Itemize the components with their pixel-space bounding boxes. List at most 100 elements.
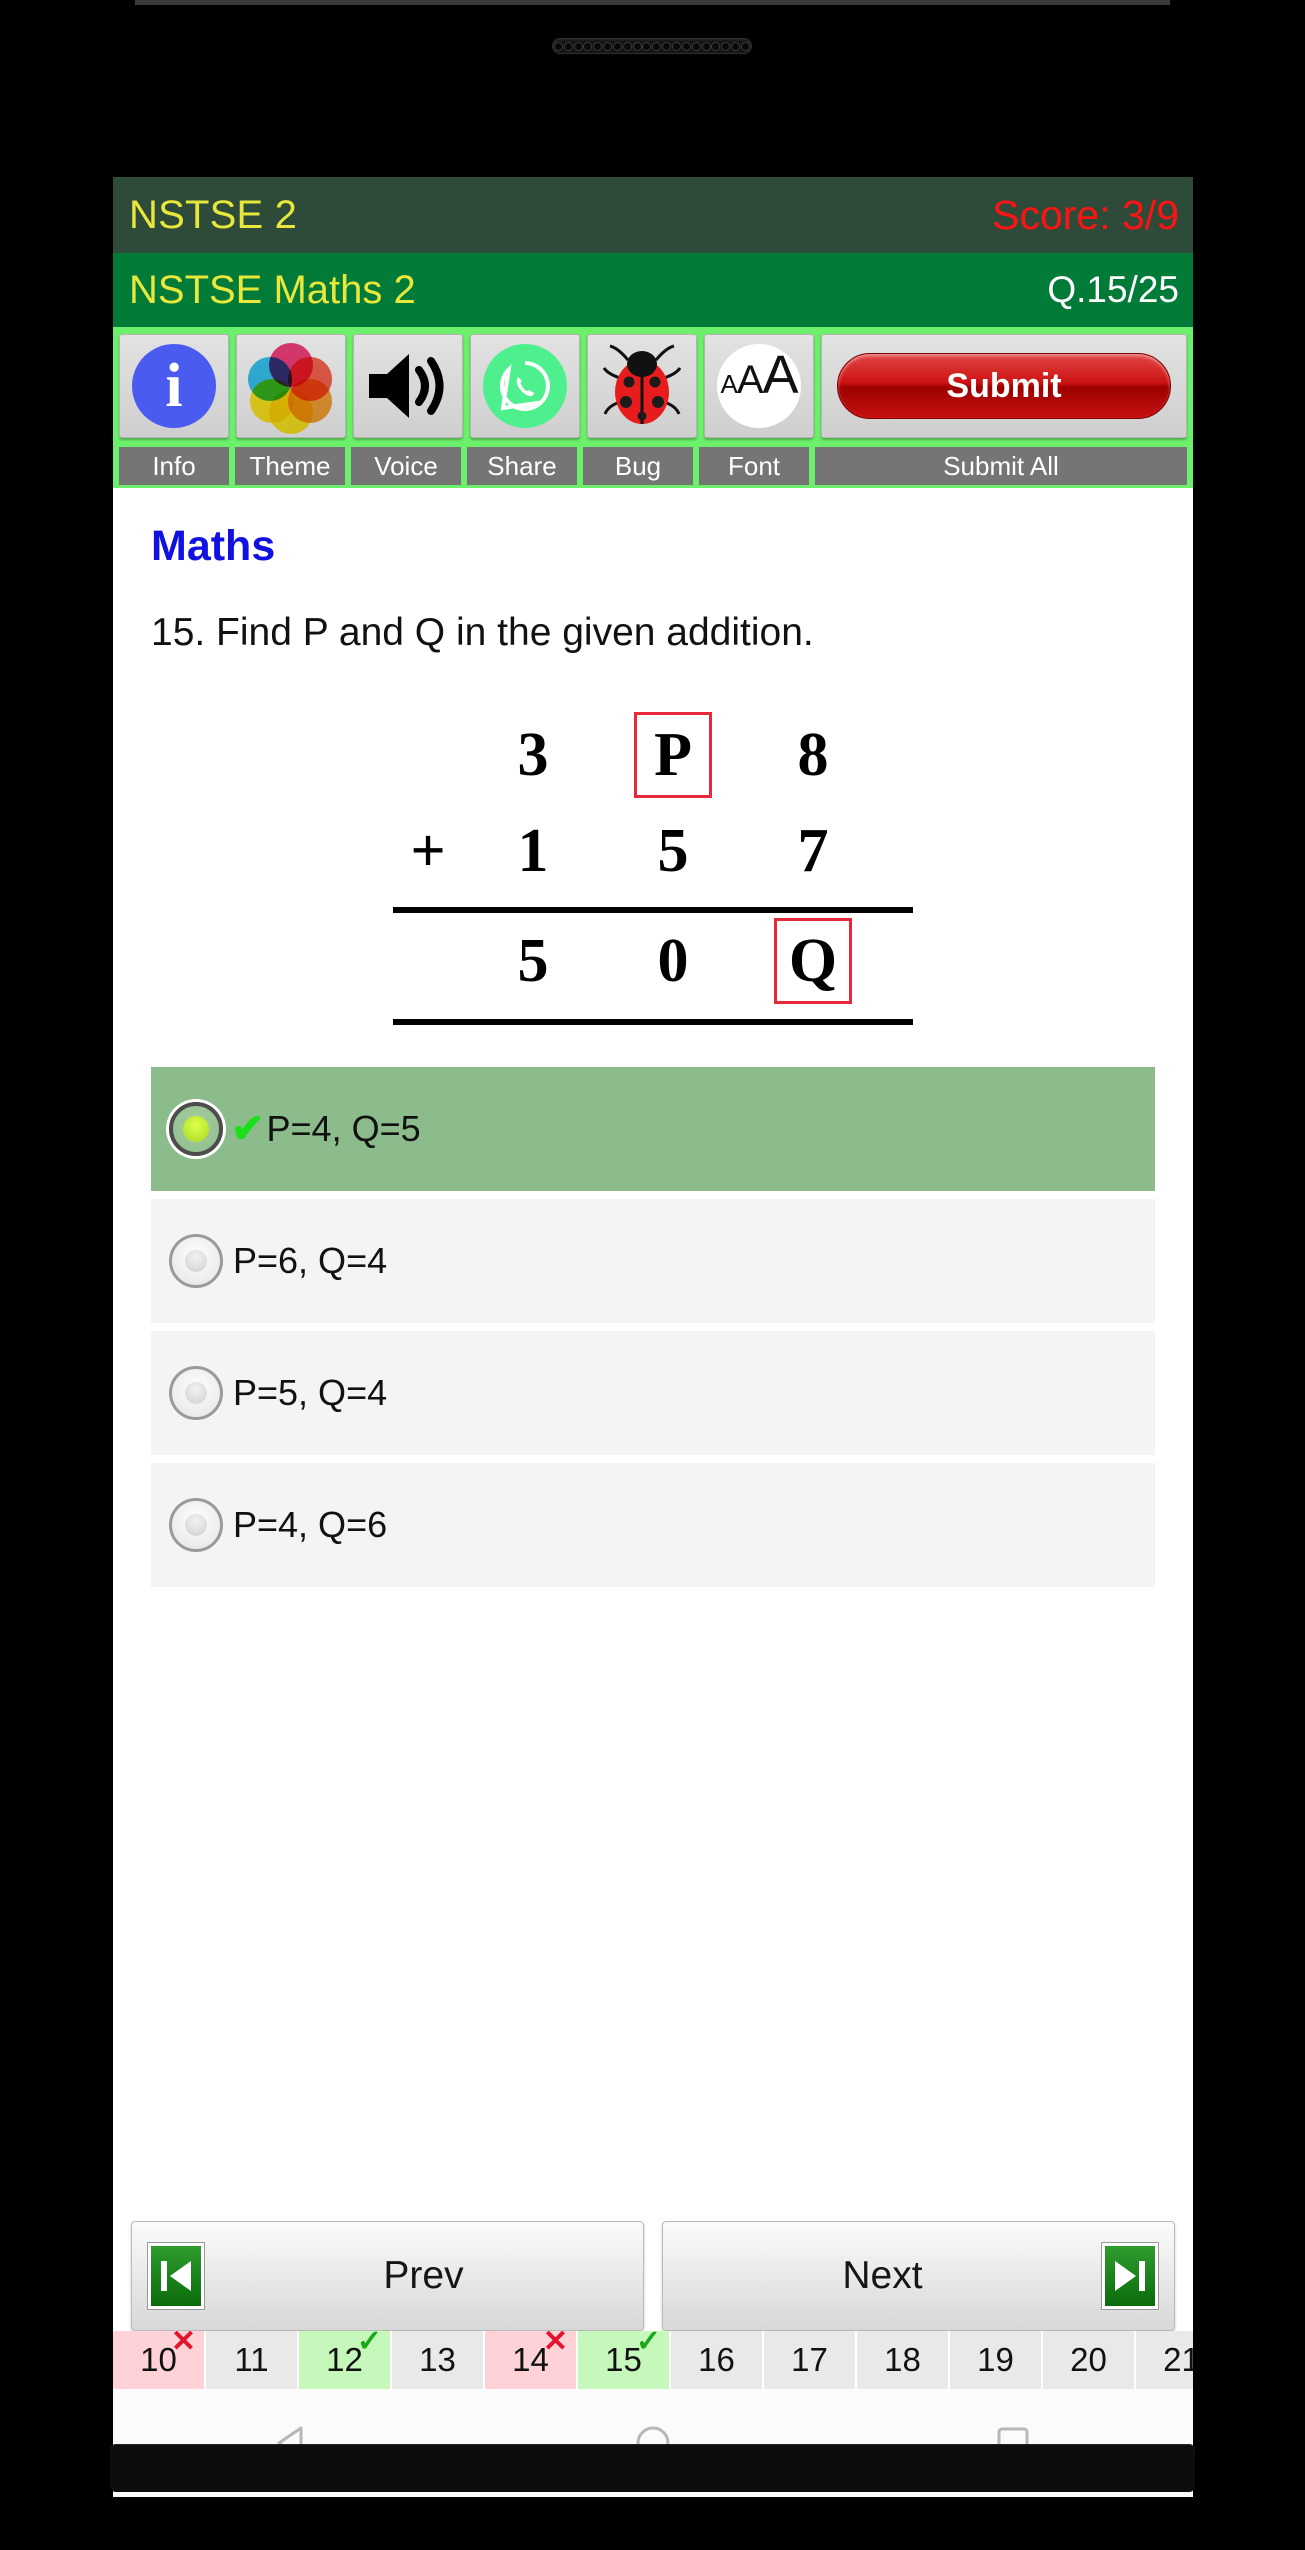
toolbar-label-font[interactable]: Font [699, 447, 809, 485]
whatsapp-share-icon [483, 344, 567, 428]
answer-option-label-3: P=5, Q=4 [233, 1372, 388, 1413]
addition-row-1: 3 P 8 [393, 707, 913, 803]
wrong-mark-icon: ✕ [170, 2331, 196, 2358]
addition-figure: 3 P 8 + 1 5 7 5 0 Q [393, 707, 913, 1025]
question-number-strip[interactable]: ✕ 10 11 ✓ 12 13 ✕ 14 ✓ 15 16 17 18 19 20 21 [113, 2331, 1193, 2389]
answer-option-label-4: P=4, Q=6 [233, 1504, 388, 1545]
ladybug-icon [602, 344, 682, 424]
toolbar-label-bug[interactable]: Bug [583, 447, 693, 485]
radio-button-1[interactable] [169, 1102, 223, 1156]
app-title-bar: NSTSE 2 Score: 3/9 [113, 177, 1193, 253]
addition-digit-2-1: 1 [517, 816, 549, 885]
toolbar-label-info[interactable]: Info [119, 447, 229, 485]
answer-option-1[interactable]: ✔ P=4, Q=5 [151, 1067, 1155, 1191]
radio-button-2[interactable] [169, 1234, 223, 1288]
subject-bar: NSTSE Maths 2 Q.15/25 [113, 253, 1193, 327]
skip-to-end-icon [1101, 2242, 1159, 2310]
color-palette-icon [248, 343, 334, 434]
question-cell-13[interactable]: 13 [392, 2331, 485, 2389]
question-cell-20[interactable]: 20 [1043, 2331, 1136, 2389]
toolbar-button-theme[interactable] [236, 334, 346, 438]
toolbar: i A A A Submit [113, 327, 1193, 447]
answer-option-4[interactable]: P=4, Q=6 [151, 1463, 1155, 1587]
question-content: Maths 15. Find P and Q in the given addi… [113, 488, 1193, 1587]
addition-row-2: + 1 5 7 [393, 803, 913, 899]
next-button[interactable]: Next [662, 2221, 1175, 2331]
radio-button-4[interactable] [169, 1498, 223, 1552]
answer-option-3[interactable]: P=5, Q=4 [151, 1331, 1155, 1455]
earpiece-speaker-grille [552, 38, 752, 54]
question-cell-21[interactable]: 21 [1136, 2331, 1193, 2389]
toolbar-label-submit-all[interactable]: Submit All [815, 447, 1187, 485]
question-cell-number-18: 18 [884, 2341, 921, 2378]
toolbar-label-voice[interactable]: Voice [351, 447, 461, 485]
addition-digit-2-2: 5 [657, 816, 689, 885]
info-icon: i [132, 344, 216, 428]
prev-button-label: Prev [383, 2254, 464, 2297]
answer-option-2[interactable]: P=6, Q=4 [151, 1199, 1155, 1323]
toolbar-button-font[interactable]: AAA [704, 334, 814, 438]
font-icon-letter-small: A [720, 369, 737, 399]
question-cell-number-13: 13 [419, 2341, 456, 2378]
speaker-volume-icon [369, 354, 444, 418]
toolbar-button-info[interactable]: i [119, 334, 229, 438]
question-cell-12[interactable]: ✓ 12 [299, 2331, 392, 2389]
question-cell-19[interactable]: 19 [950, 2331, 1043, 2389]
question-cell-number-16: 16 [698, 2341, 735, 2378]
question-cell-number-17: 17 [791, 2341, 828, 2378]
device-bottom-edge [110, 2444, 1195, 2492]
submit-button[interactable]: Submit [836, 353, 1172, 419]
correct-answer-check-icon: ✔ [231, 1107, 265, 1151]
question-cell-15[interactable]: ✓ 15 [578, 2331, 671, 2389]
toolbar-button-voice[interactable] [353, 334, 463, 438]
toolbar-label-theme[interactable]: Theme [235, 447, 345, 485]
question-counter: Q.15/25 [1047, 269, 1179, 310]
question-cell-10[interactable]: ✕ 10 [113, 2331, 206, 2389]
wrong-mark-icon: ✕ [542, 2331, 568, 2358]
question-cell-number-21: 21 [1163, 2341, 1193, 2378]
addition-row-3: 5 0 Q [393, 913, 913, 1009]
addition-digit-1-2: P [603, 707, 743, 803]
question-cell-18[interactable]: 18 [857, 2331, 950, 2389]
question-cell-number-20: 20 [1070, 2341, 1107, 2378]
question-cell-17[interactable]: 17 [764, 2331, 857, 2389]
device-top-edge [135, 0, 1170, 5]
boxed-value-p: P [634, 712, 712, 798]
toolbar-button-share[interactable] [470, 334, 580, 438]
app-screen: NSTSE 2 Score: 3/9 NSTSE Maths 2 Q.15/25… [113, 177, 1193, 2497]
addition-digit-3-3: Q [743, 913, 883, 1009]
radio-button-3[interactable] [169, 1366, 223, 1420]
addition-operator-2: + [410, 816, 446, 885]
right-mark-icon: ✓ [635, 2331, 661, 2358]
font-icon-letter-medium: A [736, 358, 764, 402]
right-mark-icon: ✓ [356, 2331, 382, 2358]
font-icon-letter-large: A [762, 345, 799, 405]
question-text: 15. Find P and Q in the given addition. [151, 611, 814, 654]
subject-heading: Maths [151, 522, 276, 570]
skip-to-start-icon [147, 2242, 205, 2310]
addition-digit-3-2: 0 [657, 926, 689, 995]
question-cell-16[interactable]: 16 [671, 2331, 764, 2389]
toolbar-button-submit-all[interactable]: Submit [821, 334, 1187, 438]
addition-digit-3-1: 5 [517, 926, 549, 995]
navigation-row: Prev Next [113, 2221, 1193, 2331]
addition-digit-2-3: 7 [797, 816, 829, 885]
addition-bar-bottom [393, 1019, 913, 1025]
device-frame: NSTSE 2 Score: 3/9 NSTSE Maths 2 Q.15/25… [0, 0, 1305, 2550]
toolbar-label-row: Info Theme Voice Share Bug Font Submit A… [113, 447, 1193, 488]
subject-title: NSTSE Maths 2 [129, 267, 416, 312]
addition-digit-1-3: 8 [797, 720, 829, 789]
answer-options: ✔ P=4, Q=5 P=6, Q=4 P=5, Q=4 P=4, Q=6 [133, 1067, 1173, 1587]
question-cell-number-19: 19 [977, 2341, 1014, 2378]
next-button-label: Next [842, 2254, 923, 2297]
answer-option-label-1: P=4, Q=5 [266, 1108, 421, 1149]
boxed-value-q: Q [774, 918, 852, 1004]
app-title: NSTSE 2 [129, 192, 298, 237]
question-cell-11[interactable]: 11 [206, 2331, 299, 2389]
font-size-icon: AAA [717, 344, 801, 428]
prev-button[interactable]: Prev [131, 2221, 644, 2331]
toolbar-button-bug[interactable] [587, 334, 697, 438]
question-cell-14[interactable]: ✕ 14 [485, 2331, 578, 2389]
addition-digit-1-1: 3 [517, 720, 549, 789]
toolbar-label-share[interactable]: Share [467, 447, 577, 485]
